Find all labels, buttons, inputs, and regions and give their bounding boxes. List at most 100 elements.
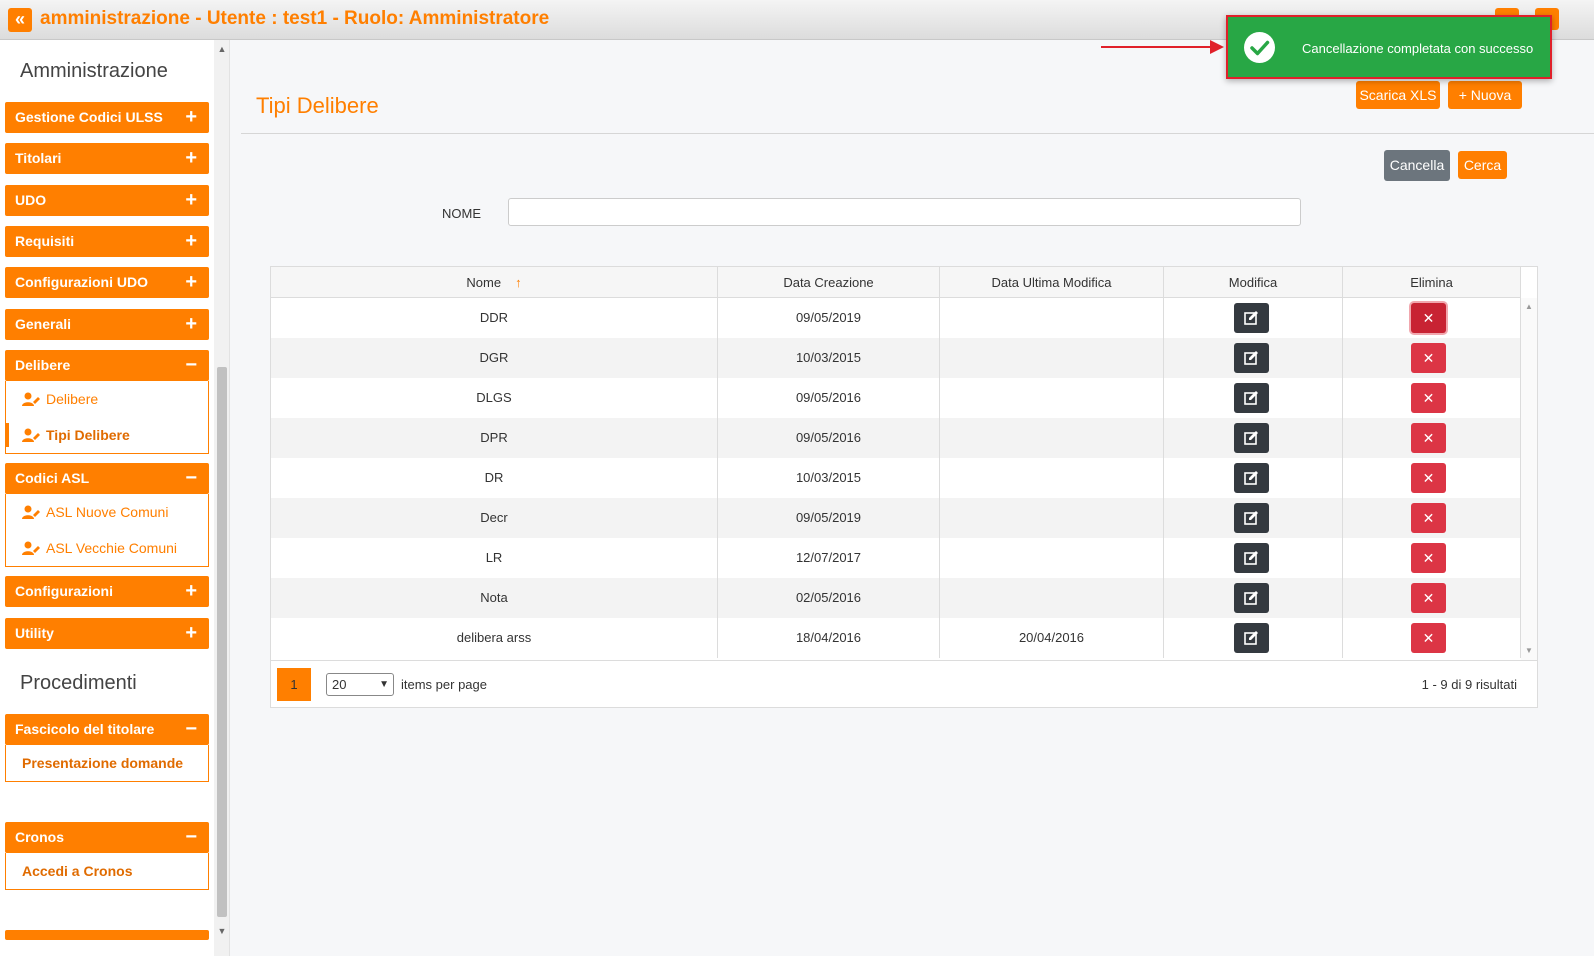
menu-gestione-codici-ulss[interactable]: Gestione Codici ULSS + (5, 102, 209, 133)
delete-button[interactable]: ✕ (1411, 343, 1446, 373)
delete-button[interactable]: ✕ (1411, 583, 1446, 613)
delete-button[interactable]: ✕ (1411, 543, 1446, 573)
cell-elimina: ✕ (1343, 338, 1521, 378)
sidebar-item-label: ASL Vecchie Comuni (46, 540, 177, 556)
sidebar-item-delibere[interactable]: Delibere (6, 381, 208, 417)
menu-codici-asl[interactable]: Codici ASL − (5, 463, 209, 494)
header-data-ultima-modifica[interactable]: Data Ultima Modifica (940, 267, 1164, 298)
cell-modifica (1164, 418, 1343, 458)
close-icon: ✕ (1422, 470, 1435, 486)
table-row[interactable]: DGR 10/03/2015 ✕ (271, 338, 1521, 378)
table-row[interactable]: LR 12/07/2017 ✕ (271, 538, 1521, 578)
close-icon: ✕ (1422, 510, 1435, 526)
edit-icon (1244, 391, 1258, 405)
close-icon: ✕ (1422, 310, 1435, 326)
scrollbar-thumb[interactable] (217, 367, 227, 917)
delete-button[interactable]: ✕ (1411, 423, 1446, 453)
menu-generali[interactable]: Generali + (5, 309, 209, 340)
edit-button[interactable] (1234, 623, 1269, 653)
menu-label: Codici ASL (15, 470, 90, 486)
page-button-current[interactable]: 1 (277, 668, 311, 701)
collapse-icon: − (185, 826, 197, 848)
edit-button[interactable] (1234, 423, 1269, 453)
table-row[interactable]: DPR 09/05/2016 ✕ (271, 418, 1521, 458)
menu-cronos[interactable]: Cronos − (5, 822, 209, 853)
page-size-select[interactable]: 20 ▼ (326, 673, 394, 696)
cell-data-creazione: 09/05/2019 (718, 498, 940, 538)
delete-button[interactable]: ✕ (1411, 623, 1446, 653)
edit-button[interactable] (1234, 383, 1269, 413)
menu-configurazioni-udo[interactable]: Configurazioni UDO + (5, 267, 209, 298)
edit-icon (1244, 591, 1258, 605)
menu-titolari[interactable]: Titolari + (5, 143, 209, 174)
edit-button[interactable] (1234, 303, 1269, 333)
cell-modifica (1164, 498, 1343, 538)
scarica-xls-button[interactable]: Scarica XLS (1356, 81, 1440, 109)
grid-scrollbar[interactable]: ▲ ▼ (1521, 298, 1537, 660)
cell-nome: Nota (271, 578, 718, 618)
sidebar-scrollbar[interactable]: ▲ ▼ (214, 40, 229, 956)
success-toast[interactable]: Cancellazione completata con successo (1226, 15, 1552, 79)
sidebar-item-presentazione-domande[interactable]: Presentazione domande (6, 745, 208, 781)
edit-button[interactable] (1234, 503, 1269, 533)
scroll-up-icon[interactable]: ▲ (217, 44, 227, 54)
scroll-down-icon[interactable]: ▼ (1524, 646, 1534, 655)
cell-elimina: ✕ (1343, 298, 1521, 338)
cell-data-modifica (940, 498, 1164, 538)
sidebar-item-accedi-cronos[interactable]: Accedi a Cronos (6, 853, 208, 889)
table-row[interactable]: DR 10/03/2015 ✕ (271, 458, 1521, 498)
table-row[interactable]: DDR 09/05/2019 ✕ (271, 298, 1521, 338)
delete-button[interactable]: ✕ (1411, 503, 1446, 533)
expand-icon: + (185, 580, 197, 602)
menu-requisiti[interactable]: Requisiti + (5, 226, 209, 257)
cell-data-modifica (940, 418, 1164, 458)
app-title: amministrazione - Utente : test1 - Ruolo… (40, 8, 550, 29)
menu-configurazioni[interactable]: Configurazioni + (5, 576, 209, 607)
edit-button[interactable] (1234, 463, 1269, 493)
nome-label: NOME (442, 206, 481, 221)
header-nome[interactable]: Nome ↑ (271, 267, 718, 298)
sidebar-item-label: Tipi Delibere (46, 427, 130, 443)
menu-label: Generali (15, 316, 72, 332)
results-count: 1 - 9 di 9 risultati (1421, 677, 1517, 692)
cell-nome: DR (271, 458, 718, 498)
table-row[interactable]: DLGS 09/05/2016 ✕ (271, 378, 1521, 418)
menu-delibere[interactable]: Delibere − (5, 350, 209, 381)
delete-button[interactable]: ✕ (1411, 303, 1446, 333)
sidebar-item-asl-nuove-comuni[interactable]: ASL Nuove Comuni (6, 494, 208, 530)
table-row[interactable]: delibera arss 18/04/2016 20/04/2016 ✕ (271, 618, 1521, 658)
menu-label: Gestione Codici ULSS (15, 109, 163, 125)
cell-modifica (1164, 538, 1343, 578)
annotation-arrow-line (1101, 46, 1213, 48)
nome-input[interactable] (508, 198, 1301, 226)
table-row[interactable]: Decr 09/05/2019 ✕ (271, 498, 1521, 538)
scroll-up-icon[interactable]: ▲ (1524, 302, 1534, 311)
edit-button[interactable] (1234, 583, 1269, 613)
cell-nome: delibera arss (271, 618, 718, 658)
cell-elimina: ✕ (1343, 378, 1521, 418)
cancella-button[interactable]: Cancella (1384, 150, 1450, 181)
menu-utility[interactable]: Utility + (5, 618, 209, 649)
cerca-button[interactable]: Cerca (1458, 151, 1507, 179)
edit-button[interactable] (1234, 543, 1269, 573)
header-data-creazione[interactable]: Data Creazione (718, 267, 940, 298)
cell-data-modifica (940, 578, 1164, 618)
main-content: Tipi Delibere Scarica XLS + Nuova Cancel… (241, 40, 1594, 956)
menu-label: Configurazioni (15, 583, 113, 599)
edit-icon (1244, 511, 1258, 525)
delete-button[interactable]: ✕ (1411, 463, 1446, 493)
submenu-codici-asl: ASL Nuove Comuni ASL Vecchie Comuni (5, 494, 209, 567)
scroll-down-icon[interactable]: ▼ (217, 926, 227, 936)
sidebar-item-asl-vecchie-comuni[interactable]: ASL Vecchie Comuni (6, 530, 208, 566)
menu-udo[interactable]: UDO + (5, 185, 209, 216)
collapse-sidebar-button[interactable]: « (8, 8, 32, 32)
nuova-button[interactable]: + Nuova (1448, 81, 1522, 109)
sidebar-item-label: ASL Nuove Comuni (46, 504, 169, 520)
menu-fascicolo-titolare[interactable]: Fascicolo del titolare − (5, 714, 209, 745)
table-row[interactable]: Nota 02/05/2016 ✕ (271, 578, 1521, 618)
delete-button[interactable]: ✕ (1411, 383, 1446, 413)
sidebar-item-tipi-delibere[interactable]: Tipi Delibere (6, 417, 208, 453)
menu-partial[interactable] (5, 930, 209, 940)
edit-button[interactable] (1234, 343, 1269, 373)
user-edit-icon (22, 505, 40, 519)
